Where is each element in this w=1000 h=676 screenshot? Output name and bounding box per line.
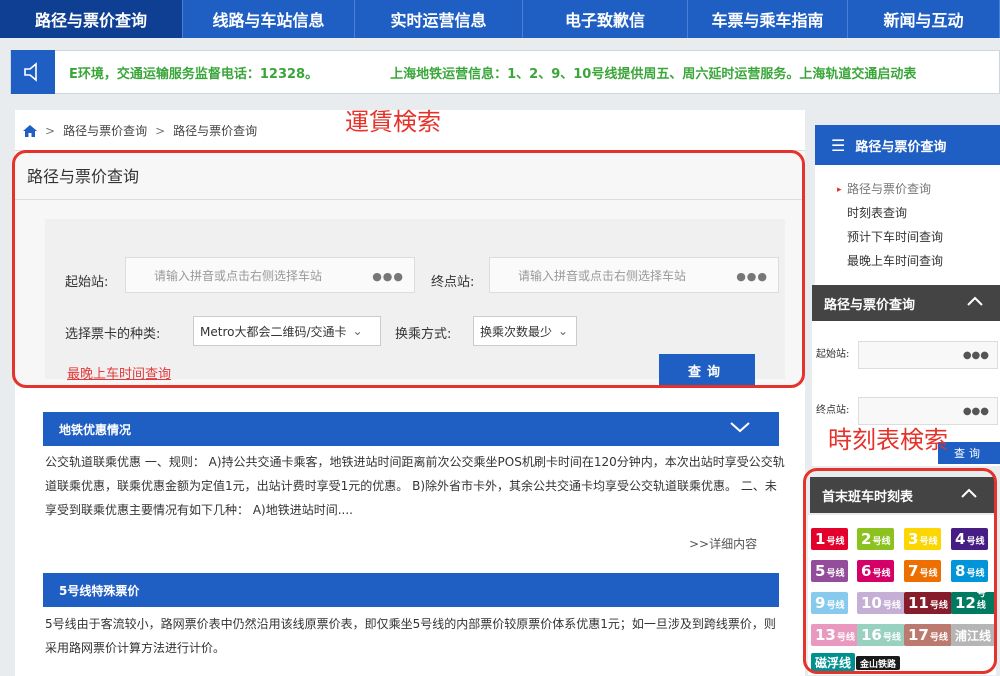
sidebar-item-route-fare[interactable]: 路径与票价查询 [847, 180, 931, 197]
breadcrumb: > 路径与票价查询 > 路径与票价查询 [23, 122, 257, 139]
tab-realtime-operation[interactable]: 实时运营信息 [355, 0, 523, 38]
sidebar-end-label: 终点站: [816, 405, 850, 416]
speaker-icon [11, 50, 55, 94]
sidebar-start-picker-icon[interactable]: ●●● [963, 350, 989, 361]
active-arrow-icon: ▸ [837, 185, 842, 195]
timetable-highlight [803, 468, 997, 674]
line5-text: 5号线由于客流较小，路网票价表中仍然沿用该线原票价表，即仅乘坐5号线的内部票价较… [45, 617, 776, 655]
tab-route-fare[interactable]: 路径与票价查询 [0, 0, 183, 38]
breadcrumb-item-current: 路径与票价查询 [173, 124, 258, 138]
breadcrumb-item[interactable]: 路径与票价查询 [63, 122, 147, 139]
sidebar-end-picker-icon[interactable]: ●●● [963, 406, 989, 417]
sidebar-title: ☰ 路径与票价查询 [815, 125, 1000, 165]
line5-section-header[interactable]: 5号线特殊票价 [43, 573, 779, 607]
ticker-message-2: 上海地铁运营信息：1、2、9、10号线提供周五、周六延时运营服务。上海轨道交通启… [390, 66, 917, 82]
tab-ticket-guide[interactable]: 车票与乘车指南 [688, 0, 848, 38]
tab-apology-letter[interactable]: 电子致歉信 [523, 0, 688, 38]
details-link[interactable]: >>详细内容 [689, 535, 757, 552]
sidebar-menu: ▸ 路径与票价查询 时刻表查询 预计下车时间查询 最晚上车时间查询 [815, 165, 1000, 285]
sidebar-search-header[interactable]: 路径与票价查询 [812, 285, 1000, 321]
breadcrumb-separator: > [45, 123, 56, 138]
timetable-annotation: 時刻表検索 [828, 426, 948, 454]
discount-section-title: 地铁优惠情况 [59, 422, 132, 437]
discount-text: 公交轨道联乘优惠 一、规则： A)持公共交通卡乘客，地铁进站时间距离前次公交乘坐… [45, 455, 785, 517]
ticker-message-1: E环境，交通运输服务监督电话：12328。 [69, 66, 319, 82]
sidebar-item-timetable[interactable]: 时刻表查询 [847, 204, 907, 221]
discount-section-header[interactable]: 地铁优惠情况 [43, 412, 779, 446]
sidebar-start-label: 起始站: [816, 349, 850, 360]
tab-news[interactable]: 新闻与互动 [848, 0, 1000, 38]
sidebar-start-input[interactable]: ●●● [858, 341, 998, 369]
sidebar-title-text: 路径与票价查询 [855, 139, 947, 155]
menu-icon: ☰ [831, 135, 846, 155]
sidebar-search-title: 路径与票价查询 [824, 297, 916, 313]
chevron-up-icon[interactable] [966, 294, 984, 308]
fare-search-highlight [12, 150, 805, 388]
sidebar-item-latest-boarding[interactable]: 最晚上车时间查询 [847, 252, 943, 269]
tab-line-station[interactable]: 线路与车站信息 [183, 0, 355, 38]
breadcrumb-separator: > [155, 123, 166, 138]
fare-search-annotation: 運賃検索 [345, 108, 441, 136]
line5-section-title: 5号线特殊票价 [59, 583, 140, 598]
home-icon[interactable] [23, 124, 37, 137]
top-nav: 路径与票价查询 线路与车站信息 实时运营信息 电子致歉信 车票与乘车指南 新闻与… [0, 0, 1000, 38]
sidebar-item-arrival-time[interactable]: 预计下车时间查询 [847, 228, 943, 245]
notice-ticker: E环境，交通运输服务监督电话：12328。 上海地铁运营信息：1、2、9、10号… [10, 50, 1000, 94]
chevron-down-icon[interactable] [729, 420, 751, 434]
